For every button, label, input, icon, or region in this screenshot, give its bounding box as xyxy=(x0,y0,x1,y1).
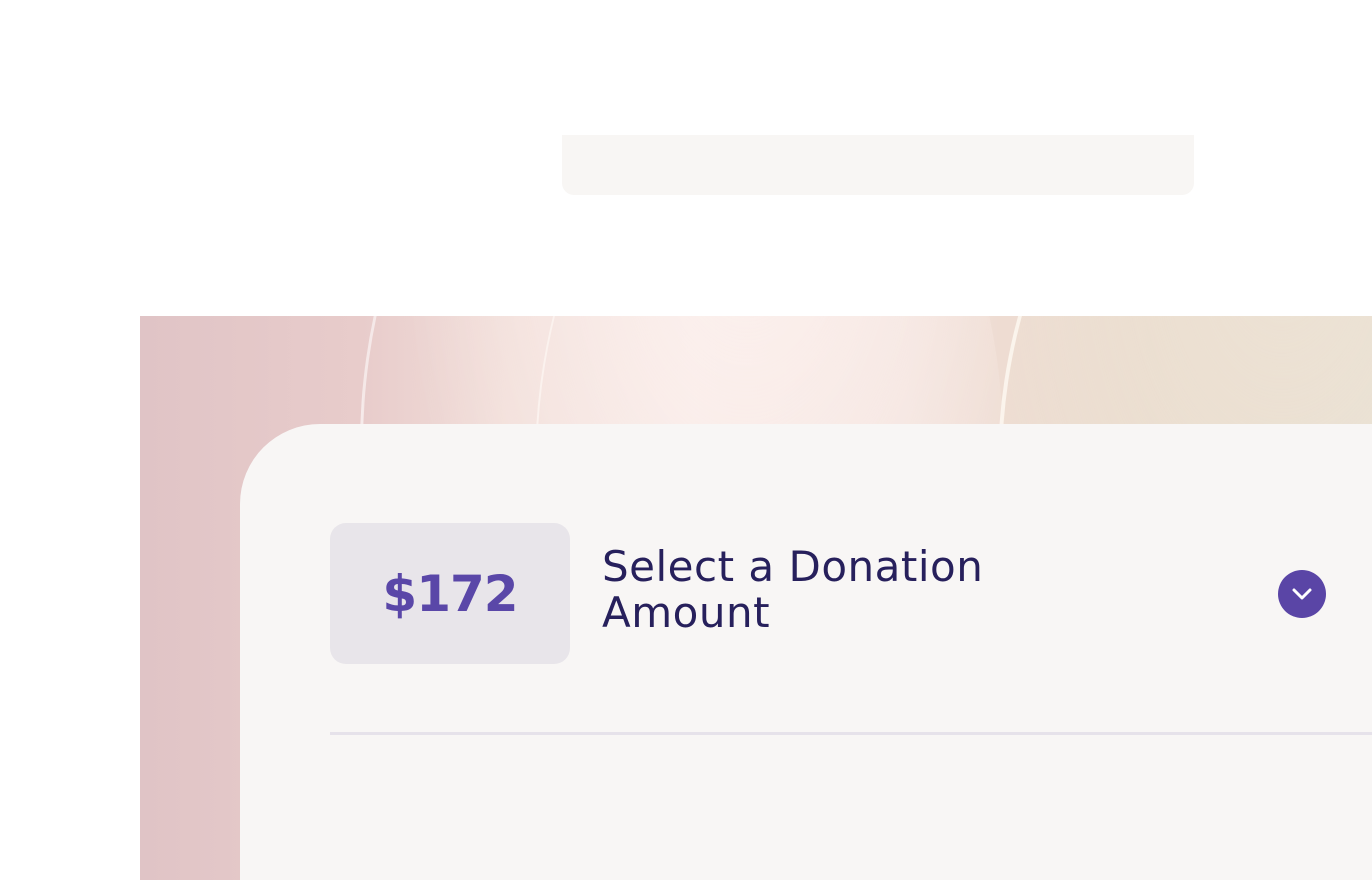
chevron-down-icon xyxy=(1292,588,1312,600)
select-donation-amount-label[interactable]: Select a Donation Amount xyxy=(602,544,1042,636)
section-divider xyxy=(330,732,1372,735)
donation-amount-badge: $172 xyxy=(330,523,570,664)
expand-donation-options-button[interactable] xyxy=(1278,570,1326,618)
top-banner-bar xyxy=(562,135,1194,195)
donation-panel: $172 Select a Donation Amount xyxy=(240,424,1372,880)
